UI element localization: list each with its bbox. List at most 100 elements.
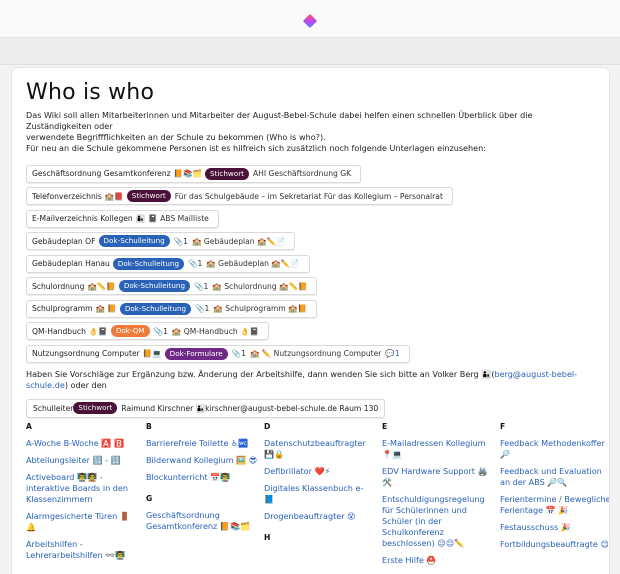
resource-emoji: 👌📓 xyxy=(88,326,108,336)
index-letter: G xyxy=(146,494,153,503)
index-column-d: D Datenschutzbeauftragter 💾🔒 Defibrillator… xyxy=(264,421,376,549)
resource-tag[interactable]: Dok-Schulleitung xyxy=(118,280,191,292)
attachment-count[interactable]: 📎1 xyxy=(195,304,209,313)
index-column-f: F Feedback Methodenkoffer 🔎 Feedback und E… xyxy=(500,421,609,556)
attachment-count[interactable]: 📎1 xyxy=(174,237,188,246)
resource-emoji: 🏫📏📙 xyxy=(87,281,116,291)
resource-label: QM-Handbuch xyxy=(32,326,86,336)
index-link[interactable]: Blockunterricht 📅👨‍🏫 xyxy=(146,472,258,483)
resource-row-line: QM-Handbuch 👌📓 Dok-QM 📎1 🏫 QM-Handbuch 👌📓 xyxy=(26,318,596,340)
resource-tag[interactable]: Dok-Schulleitung xyxy=(119,302,192,315)
index-column-b: B Barrierefreie Toilette ♿🚾 Bilderwand Kol… xyxy=(146,421,258,538)
index-letter: H xyxy=(264,533,271,542)
resource-row-line: Nutzungsordnung Computer 📙💻 Dok-Formulare 📎… xyxy=(26,340,596,363)
index-link[interactable]: Activeboard 👨‍🏫🧑‍🏫 - interaktive Boards … xyxy=(26,472,138,505)
resource-row[interactable]: Gebäudeplan OF Dok-Schulleitung 📎1 🏫 Gebäud… xyxy=(26,232,296,250)
resource-row-line: Schulprogramm 🏫 📙 Dok-Schulleitung 📎1 🏫 Schu… xyxy=(26,295,596,318)
resource-label: Schulordnung xyxy=(32,281,85,291)
resource-extra: 🏫 Gebäudeplan 🏫✏️📄 xyxy=(206,259,300,268)
index-link[interactable]: Ferientermine / Bewegliche Ferientage 📅 … xyxy=(500,494,609,516)
index-column-e: E E-Mailadressen Kollegium 📍💻 EDV Hardware… xyxy=(382,421,494,572)
index-link[interactable]: Entschuldigungsregelung für Schülerinnen… xyxy=(382,494,494,549)
resource-row[interactable]: Schulordnung 🏫📏📙 Dok-Schulleitung 📎1 🏫 Schul… xyxy=(26,277,318,295)
index-link[interactable]: Barrierefreie Toilette ♿🚾 xyxy=(146,438,258,449)
index-link[interactable]: Datenschutzbeauftragter 💾🔒 xyxy=(264,438,376,460)
index-column-a: A A-Woche B-Woche 🅰️ 🅱️ Abteilungsleiter 🔢… xyxy=(26,421,138,567)
index-link[interactable]: Festausschuss 🎉 xyxy=(500,522,609,533)
stichwort-tag[interactable]: Stichwort xyxy=(73,402,118,414)
resource-list: Geschäftsordnung Gesamtkonferenz 📙📚🗂️ Stic… xyxy=(26,160,596,363)
resource-row-line: Schulordnung 🏫📏📙 Dok-Schulleitung 📎1 🏫 Schul… xyxy=(26,273,596,295)
index-letter: D xyxy=(264,422,271,431)
attachment-count[interactable]: 📎1 xyxy=(154,327,168,336)
intro-text: Das Wiki soll allen Mitarbeiterinnen und… xyxy=(26,110,533,153)
resource-emoji: 📙📚🗂️ xyxy=(173,169,203,178)
index-letter: F xyxy=(500,422,506,431)
resource-tag[interactable]: Stichwort xyxy=(205,167,249,180)
index-link[interactable]: Alarmgesicherte Türen 🚪🔔 xyxy=(26,511,138,533)
resource-tag[interactable]: Dok-Schulleitung xyxy=(98,235,170,247)
resource-row-line: Gebäudeplan OF Dok-Schulleitung 📎1 🏫 Gebäud… xyxy=(26,228,596,250)
resource-extra: 📓 ABS Mailliste xyxy=(148,214,209,223)
resource-extra: 🏫 ✏️ Nutzungsordnung Computer xyxy=(249,349,382,358)
attachment-count[interactable]: 📎1 xyxy=(232,349,246,358)
resource-label: Geschäftsordnung Gesamtkonferenz xyxy=(32,169,171,178)
top-bar xyxy=(0,0,620,38)
index-link[interactable]: Drogenbeauftragter 😵 xyxy=(264,511,376,522)
alphabet-index: A A-Woche B-Woche 🅰️ 🅱️ Abteilungsleiter 🔢… xyxy=(12,421,609,574)
index-link[interactable]: Feedback Methodenkoffer 🔎 xyxy=(500,438,609,460)
resource-tag[interactable]: Dok-Schulleitung xyxy=(112,257,185,270)
index-link[interactable]: E-Mailadressen Kollegium 📍💻 xyxy=(382,438,494,460)
resource-label: Nutzungsordnung Computer xyxy=(32,349,140,358)
resource-row[interactable]: E-Mailverzeichnis Kollegen 👩‍👦 📓 ABS Maill… xyxy=(26,209,219,228)
index-link[interactable]: Fortbildungsbeauftragte 😊 xyxy=(500,539,609,550)
index-link[interactable]: A-Woche B-Woche 🅰️ 🅱️ xyxy=(26,438,138,449)
suggestion-text: Haben Sie Vorschläge zur Ergänzung bzw. … xyxy=(26,368,578,390)
resource-extra: 🏫 Schulordnung 🏫📏📙 xyxy=(212,281,308,291)
comment-count[interactable]: 💬1 xyxy=(385,349,399,358)
resource-extra: AHI Geschäftsordnung GK xyxy=(252,169,352,178)
resource-emoji: 👩‍👦 xyxy=(135,214,146,223)
attachment-count[interactable]: 📎1 xyxy=(194,282,208,291)
resource-extra: 🏫 Gebäudeplan 🏫✏️📄 xyxy=(192,236,286,246)
resource-extra: Für das Schulgebäude – im Sekretariat Fü… xyxy=(174,191,443,201)
resource-row[interactable]: Schulprogramm 🏫 📙 Dok-Schulleitung 📎1 🏫 Schu… xyxy=(26,299,318,318)
schulleiter-row[interactable]: Schulleiter Stichwort Raimund Kirschner … xyxy=(26,398,386,418)
index-link[interactable]: Feedback und Evaluation an der ABS 🔎🔍 xyxy=(500,466,609,488)
resource-label: Gebäudeplan OF xyxy=(32,236,96,246)
logo-icon[interactable] xyxy=(302,13,318,29)
resource-row[interactable]: Nutzungsordnung Computer 📙💻 Dok-Formulare 📎… xyxy=(26,344,410,363)
resource-tag[interactable]: Stichwort xyxy=(126,190,171,202)
page-card: Who is who Das Wiki soll allen Mitarbeit… xyxy=(12,68,609,574)
index-link[interactable]: Arbeitshilfen - Lehrerarbeitshilfen 👓👨‍🏫 xyxy=(26,539,138,561)
resource-row[interactable]: Telefonverzeichnis 🏫📕 Stichwort Für das Sch… xyxy=(26,187,453,205)
toolbar xyxy=(0,38,620,65)
resource-row[interactable]: Gebäudeplan Hanau Dok-Schulleitung 📎1 🏫 Geb… xyxy=(26,254,310,273)
resource-tag[interactable]: Dok-Formulare xyxy=(164,347,228,360)
index-link[interactable]: Abteilungsleiter 🔢 - 🔢 xyxy=(26,455,138,466)
index-link[interactable]: Defibrillator ❤️⚡ xyxy=(264,466,376,477)
index-link[interactable]: Digitales Klassenbuch e- 📘 xyxy=(264,483,376,505)
index-letter: E xyxy=(382,422,388,431)
resource-row[interactable]: QM-Handbuch 👌📓 Dok-QM 📎1 🏫 QM-Handbuch 👌📓 xyxy=(26,322,270,340)
page-title: Who is who xyxy=(26,80,155,105)
resource-row-line: Geschäftsordnung Gesamtkonferenz 📙📚🗂️ Stic… xyxy=(26,160,596,183)
resource-label: Schulprogramm xyxy=(32,304,93,313)
index-link[interactable]: Erste Hilfe ⛑️ xyxy=(382,555,494,566)
resource-row-line: E-Mailverzeichnis Kollegen 👩‍👦 📓 ABS Maill… xyxy=(26,205,596,228)
resource-emoji: 🏫📕 xyxy=(104,191,124,201)
index-letter: B xyxy=(146,422,152,431)
resource-row-line: Gebäudeplan Hanau Dok-Schulleitung 📎1 🏫 Geb… xyxy=(26,250,596,273)
resource-tag[interactable]: Dok-QM xyxy=(110,325,150,337)
index-link[interactable]: Geschäftsordnung Gesamtkonferenz 📙📚🗂️ xyxy=(146,510,258,532)
attachment-count[interactable]: 📎1 xyxy=(188,259,202,268)
index-link[interactable]: Bilderwand Kollegium 🖼️ 😎 xyxy=(146,455,258,466)
resource-row-line: Telefonverzeichnis 🏫📕 Stichwort Für das Sch… xyxy=(26,183,596,205)
resource-emoji: 📙💻 xyxy=(142,349,162,358)
resource-row[interactable]: Geschäftsordnung Gesamtkonferenz 📙📚🗂️ Stic… xyxy=(26,164,362,183)
resource-extra: 🏫 Schulprogramm 🏫📙 xyxy=(213,304,308,313)
resource-label: Gebäudeplan Hanau xyxy=(32,259,110,268)
resource-label: Telefonverzeichnis xyxy=(32,191,102,201)
index-letter: A xyxy=(26,422,32,431)
index-link[interactable]: EDV Hardware Support 🖨️ 🛠️ xyxy=(382,466,494,488)
